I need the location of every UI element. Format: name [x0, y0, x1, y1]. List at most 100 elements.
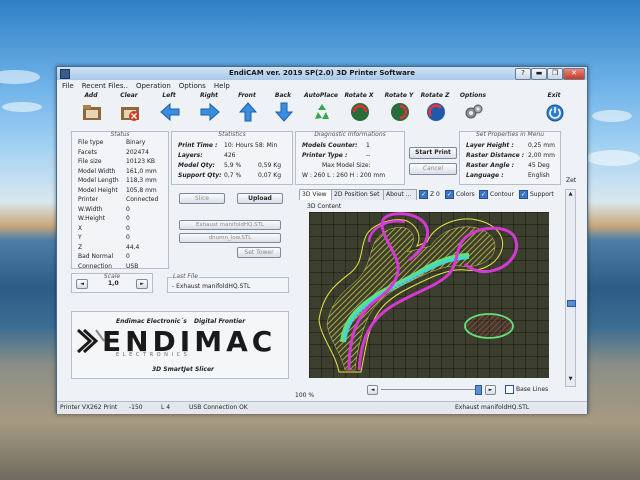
rotate-y-button[interactable]: Rotate Y [379, 92, 419, 128]
tab-about[interactable]: About ... [383, 189, 417, 200]
status-row-value: 0 [126, 224, 130, 232]
upload-button[interactable]: Upload [237, 193, 283, 204]
max-model-size-value: W : 260 L : 260 H : 200 mm [302, 172, 386, 179]
status-row-label: File size [78, 158, 102, 165]
rotate-z-button[interactable]: Rotate Z [415, 92, 455, 128]
zet-label: Zet [566, 177, 577, 184]
checkbox-colors[interactable]: ✓ Colors [445, 190, 475, 199]
arrow-up-icon [238, 102, 258, 122]
z-slider-thumb[interactable] [567, 300, 576, 307]
tab-3d-view[interactable]: 3D View [299, 189, 333, 200]
menu-bar: File Recent Files.. Operation Options Help [57, 81, 587, 91]
menu-operation[interactable]: Operation [136, 82, 171, 90]
desktop-left [0, 0, 58, 480]
3d-content-label: 3D Content [307, 203, 342, 210]
slice-button[interactable]: Slice [179, 193, 225, 204]
status-position: -150 [129, 404, 143, 411]
scroll-up-icon[interactable]: ▲ [567, 191, 574, 198]
status-printer: Printer VX262 Print [60, 404, 118, 411]
support-qty-kg: 0,07 Kg [258, 172, 282, 179]
add-button[interactable]: Add [71, 92, 111, 128]
back-button[interactable]: Back [263, 92, 303, 128]
base-lines-label: Base Lines [516, 386, 549, 393]
exit-button[interactable]: Exit [534, 92, 574, 128]
autoplace-button[interactable]: AutoPlace [301, 92, 341, 128]
cancel-button[interactable]: Cancel [409, 163, 457, 175]
printer-type-label: Printer Type : [302, 152, 348, 159]
options-label: Options [459, 92, 487, 99]
zoom-level: 100 % [295, 392, 315, 399]
rotate-x-icon [351, 103, 369, 121]
start-print-button[interactable]: Start Print [409, 147, 457, 159]
add-folder-icon [83, 105, 101, 120]
menu-file[interactable]: File [62, 82, 74, 90]
back-label: Back [274, 92, 292, 99]
tab-2d-position-set[interactable]: 2D Position Set [331, 189, 385, 200]
checkbox-colors-label: Colors [456, 191, 475, 198]
check-icon: ✓ [519, 190, 528, 199]
maximize-button[interactable]: ❐ [547, 68, 563, 80]
scale-panel: Scale ◄ 1,0 ► [71, 273, 153, 293]
diagnostic-panel: Diagnostic Informations Models Counter: … [295, 131, 405, 185]
status-row-label: Printer [78, 196, 98, 203]
checkbox-contour[interactable]: ✓ Contour [479, 190, 514, 199]
toolbar: Add Clear Left Right Front Back AutoPlac… [57, 92, 587, 128]
file-list-item[interactable]: Exhaust manifoldHQ.STL [179, 220, 281, 230]
raster-distance-value: 2,00 mm [528, 152, 555, 159]
scale-decrease-button[interactable]: ◄ [76, 279, 88, 289]
minimize-button[interactable]: ▬ [531, 68, 547, 80]
clear-button[interactable]: Clear [109, 92, 149, 128]
max-model-size-label: Max Model Size: [322, 162, 371, 169]
file-list-item[interactable]: dnumn_low.STL [179, 233, 281, 243]
status-row-value: 161,0 mm [126, 167, 157, 175]
help-button[interactable]: ? [515, 68, 531, 80]
right-label: Right [199, 92, 219, 99]
brand-tagline: 3D SmartJet Slicer [152, 366, 214, 373]
z-slider[interactable]: ▲ ▼ [565, 189, 576, 387]
rotate-z-icon [427, 103, 445, 121]
models-counter-label: Models Counter: [302, 142, 358, 149]
status-row-label: Connection [78, 262, 112, 270]
language-value: English [528, 172, 550, 179]
print-time-value: 10: Hours 58: Min [224, 142, 278, 149]
checkbox-base-lines[interactable]: Base Lines [505, 385, 548, 394]
status-row-value: Binary [126, 139, 146, 146]
menu-recent-files[interactable]: Recent Files.. [82, 82, 128, 90]
properties-panel: Set Properties in Menu Layer Height : 0,… [459, 131, 561, 185]
checkbox-z0[interactable]: ✓ Z 0 [419, 190, 440, 199]
checkbox-support[interactable]: ✓ Support [519, 190, 554, 199]
power-icon [546, 104, 564, 122]
right-button[interactable]: Right [189, 92, 229, 128]
title-bar: EndiCAM ver. 2019 SP(2.0) 3D Printer Sof… [57, 67, 587, 80]
last-file-label: Last File [172, 273, 199, 280]
zoom-left-button[interactable]: ◄ [367, 385, 378, 395]
rotate-x-button[interactable]: Rotate X [339, 92, 379, 128]
statistics-title: Statistics [218, 131, 246, 138]
zoom-thumb[interactable] [475, 385, 482, 395]
diagnostic-title: Diagnostic Informations [314, 131, 386, 138]
menu-options[interactable]: Options [179, 82, 206, 90]
left-button[interactable]: Left [149, 92, 189, 128]
options-button[interactable]: Options [453, 92, 493, 128]
scale-increase-button[interactable]: ► [136, 279, 148, 289]
3d-viewport[interactable] [309, 212, 549, 378]
scroll-down-icon[interactable]: ▼ [567, 376, 574, 383]
status-row-value: 0 [126, 234, 130, 241]
close-button[interactable]: ✕ [563, 68, 585, 80]
zoom-track[interactable] [381, 389, 481, 390]
check-icon: ✓ [445, 190, 454, 199]
printer-type-value: -- [366, 152, 371, 159]
check-icon: ✓ [419, 190, 428, 199]
zoom-right-button[interactable]: ► [485, 385, 496, 395]
menu-help[interactable]: Help [214, 82, 230, 90]
front-button[interactable]: Front [227, 92, 267, 128]
model-qty-kg: 0,59 Kg [258, 162, 282, 169]
checkbox-empty-icon [505, 385, 514, 394]
layers-label: Layers: [178, 152, 203, 159]
status-row-value: 0 [126, 253, 130, 260]
set-tower-button[interactable]: Set Tower [237, 247, 281, 258]
status-row-value: 0 [126, 215, 130, 222]
arrow-down-icon [274, 102, 294, 122]
status-row-value: 202474 [126, 148, 149, 156]
brand-logo-subtext: E L E C T R O N I C S [116, 352, 188, 358]
